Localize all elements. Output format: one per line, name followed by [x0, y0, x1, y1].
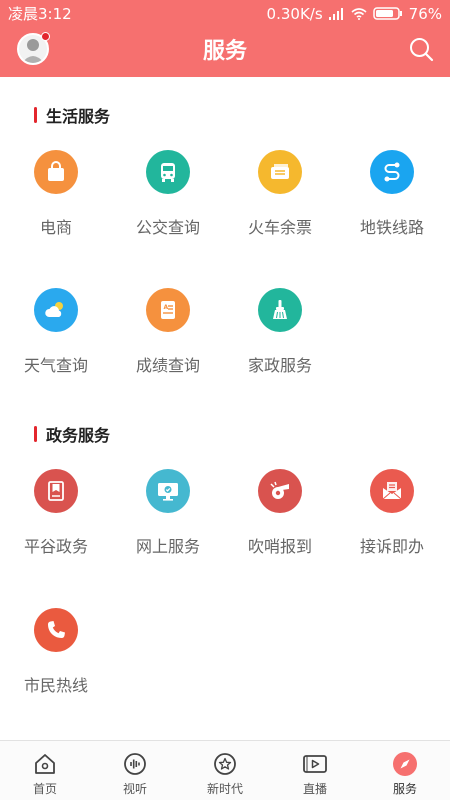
- section-accent-bar: [34, 426, 37, 442]
- audio-wave-icon: [122, 751, 148, 777]
- grade-report-icon: A: [146, 288, 190, 332]
- status-bar: 凌晨3:12 0.30K/s 76%: [0, 0, 450, 27]
- tab-audio-video[interactable]: 视听: [90, 741, 180, 800]
- bottom-tab-bar: 首页 视听 新时代 直播 服务: [0, 740, 450, 800]
- mail-icon: [370, 469, 414, 513]
- section-title: 生活服务: [46, 107, 111, 126]
- service-label: 成绩查询: [135, 356, 200, 375]
- whistle-icon: [258, 469, 302, 513]
- weather-icon: [34, 288, 78, 332]
- service-online[interactable]: 网上服务: [112, 469, 224, 557]
- service-housekeeping[interactable]: 家政服务: [224, 288, 336, 376]
- service-hotline[interactable]: 市民热线: [0, 608, 112, 696]
- service-pinggu-gov[interactable]: 平谷政务: [0, 469, 112, 557]
- section-header-life: 生活服务: [34, 103, 110, 127]
- status-time: 凌晨3:12: [8, 5, 72, 23]
- section-title: 政务服务: [46, 426, 111, 445]
- service-weather[interactable]: 天气查询: [0, 288, 112, 376]
- ticket-icon: [258, 150, 302, 194]
- tab-label: 新时代: [206, 782, 243, 796]
- service-label: 吹哨报到: [247, 537, 312, 556]
- compass-icon: [392, 751, 418, 777]
- app-header: 凌晨3:12 0.30K/s 76% 服务: [0, 0, 450, 77]
- service-ecommerce[interactable]: 电商: [0, 150, 112, 238]
- tab-live[interactable]: 直播: [270, 741, 360, 800]
- service-label: 家政服务: [247, 356, 312, 375]
- battery-icon: [372, 7, 402, 20]
- status-indicators: 0.30K/s 76%: [267, 5, 442, 23]
- metro-route-icon: [370, 150, 414, 194]
- tab-label: 视听: [122, 782, 147, 796]
- live-video-icon: [302, 751, 328, 777]
- tab-label: 直播: [302, 782, 327, 796]
- service-label: 市民热线: [23, 676, 88, 695]
- service-label: 火车余票: [247, 218, 312, 237]
- service-label: 网上服务: [135, 537, 200, 556]
- tab-services[interactable]: 服务: [360, 741, 450, 800]
- tab-label: 首页: [32, 782, 57, 796]
- title-bar: 服务: [0, 27, 450, 77]
- star-circle-icon: [212, 751, 238, 777]
- wifi-icon: [351, 7, 367, 20]
- services-content: 生活服务 电商 公交查询 火车余票 地铁线路 天气查询 A 成绩查询 家政服务 …: [0, 77, 450, 740]
- svg-text:A: A: [164, 304, 169, 311]
- tab-new-era[interactable]: 新时代: [180, 741, 270, 800]
- monitor-check-icon: [146, 469, 190, 513]
- service-complaint[interactable]: 接诉即办: [336, 469, 448, 557]
- network-speed: 0.30K/s: [266, 4, 323, 23]
- home-icon: [32, 751, 58, 777]
- search-icon[interactable]: [408, 36, 434, 62]
- shopping-bag-icon: [34, 150, 78, 194]
- service-label: 接诉即办: [359, 537, 424, 556]
- service-label: 地铁线路: [359, 218, 424, 237]
- phone-icon: [34, 608, 78, 652]
- page-title: 服务: [202, 39, 247, 64]
- service-grades[interactable]: A 成绩查询: [112, 288, 224, 376]
- service-label: 平谷政务: [23, 537, 88, 556]
- tab-home[interactable]: 首页: [0, 741, 90, 800]
- service-bus-query[interactable]: 公交查询: [112, 150, 224, 238]
- service-metro-routes[interactable]: 地铁线路: [336, 150, 448, 238]
- service-whistle-report[interactable]: 吹哨报到: [224, 469, 336, 557]
- tab-label: 服务: [392, 782, 417, 796]
- gov-badge-icon: [34, 469, 78, 513]
- service-label: 电商: [39, 218, 72, 237]
- service-label: 天气查询: [23, 356, 88, 375]
- service-train-tickets[interactable]: 火车余票: [224, 150, 336, 238]
- signal-icon: [328, 7, 343, 20]
- broom-icon: [258, 288, 302, 332]
- service-label: 公交查询: [135, 218, 200, 237]
- bus-icon: [146, 150, 190, 194]
- section-header-gov: 政务服务: [34, 422, 110, 446]
- section-accent-bar: [34, 107, 37, 123]
- battery-percent: 76%: [408, 4, 442, 23]
